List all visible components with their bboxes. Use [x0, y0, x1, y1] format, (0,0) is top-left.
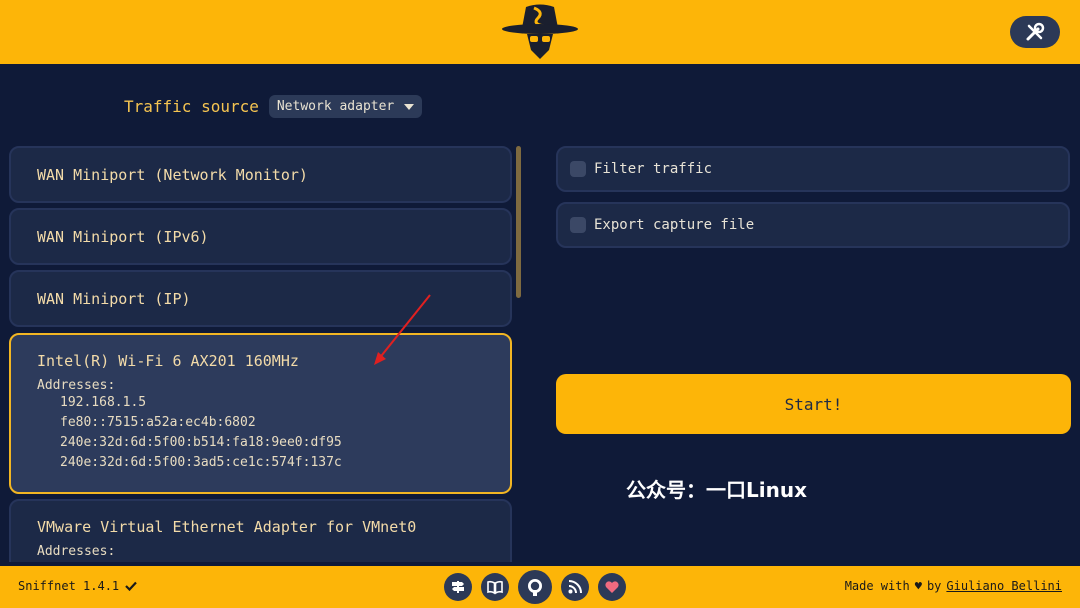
start-button[interactable]: Start! — [556, 374, 1071, 434]
footer-bar: Sniffnet 1.4.1 Made with ♥ by Giuliano B… — [0, 566, 1080, 608]
settings-button[interactable] — [1010, 16, 1060, 48]
chevron-down-icon — [404, 103, 415, 110]
watermark-text: 公众号：一口Linux — [626, 478, 807, 502]
roadmap-icon — [452, 581, 464, 593]
address: 240e:32d:6d:5f00:3ad5:ce1c:574f:137c — [60, 455, 342, 470]
traffic-source-value: Network adapter — [276, 99, 395, 114]
by-text: by — [926, 579, 942, 593]
traffic-source-label: Traffic source — [124, 97, 259, 116]
addresses-label: Addresses: — [37, 378, 116, 393]
sniffnet-logo-icon — [502, 4, 578, 59]
checkmark-icon — [125, 581, 137, 591]
adapter-item-selected[interactable]: Intel(R) Wi-Fi 6 AX201 160MHz Addresses:… — [9, 333, 512, 494]
export-capture-option[interactable]: Export capture file — [556, 202, 1070, 248]
header-bar — [0, 0, 1080, 64]
addresses-label: Addresses: — [37, 544, 116, 559]
book-icon — [487, 580, 503, 595]
filter-traffic-checkbox[interactable] — [570, 161, 586, 177]
address: fe80::7515:a52a:ec4b:6802 — [60, 415, 256, 430]
traffic-source-row: Traffic source Network adapter — [124, 95, 423, 118]
address: 192.168.1.5 — [60, 395, 147, 410]
adapter-name: WAN Miniport (IP) — [37, 289, 191, 308]
adapter-name: WAN Miniport (IPv6) — [37, 227, 209, 246]
github-link[interactable] — [518, 570, 552, 604]
adapter-list-scrollbar[interactable] — [516, 146, 521, 298]
adapter-name: WAN Miniport (Network Monitor) — [37, 165, 308, 184]
sponsor-link[interactable] — [598, 573, 626, 601]
heart-icon — [605, 581, 619, 593]
github-icon — [528, 579, 542, 596]
version-text: Sniffnet 1.4.1 — [18, 579, 120, 593]
version-info: Sniffnet 1.4.1 — [18, 579, 137, 593]
wrench-icon — [1026, 22, 1045, 41]
export-capture-label: Export capture file — [594, 217, 755, 233]
adapter-name: VMware Virtual Ethernet Adapter for VMne… — [37, 518, 417, 536]
adapter-item[interactable]: WAN Miniport (IPv6) — [9, 208, 512, 265]
rss-link[interactable] — [561, 573, 589, 601]
address: 240e:32d:6d:5f00:b514:fa18:9ee0:df95 — [60, 435, 342, 450]
export-capture-checkbox[interactable] — [570, 217, 586, 233]
adapter-list: WAN Miniport (Network Monitor) WAN Minip… — [9, 146, 513, 562]
author-link[interactable]: Giuliano Bellini — [946, 579, 1062, 593]
credits: Made with ♥ by Giuliano Bellini — [845, 579, 1062, 593]
filter-traffic-option[interactable]: Filter traffic — [556, 146, 1070, 192]
heart-glyph: ♥ — [914, 579, 922, 593]
adapter-item[interactable]: WAN Miniport (Network Monitor) — [9, 146, 512, 203]
adapter-item[interactable]: VMware Virtual Ethernet Adapter for VMne… — [9, 499, 512, 562]
traffic-source-select[interactable]: Network adapter — [268, 95, 423, 118]
annotation-arrow-icon — [374, 294, 431, 365]
roadmap-link[interactable] — [444, 573, 472, 601]
made-with-text: Made with — [844, 579, 910, 593]
rss-icon — [568, 580, 582, 594]
filter-traffic-label: Filter traffic — [594, 161, 713, 177]
footer-links — [444, 570, 626, 604]
wiki-link[interactable] — [481, 573, 509, 601]
adapter-item[interactable]: WAN Miniport (IP) — [9, 270, 512, 327]
